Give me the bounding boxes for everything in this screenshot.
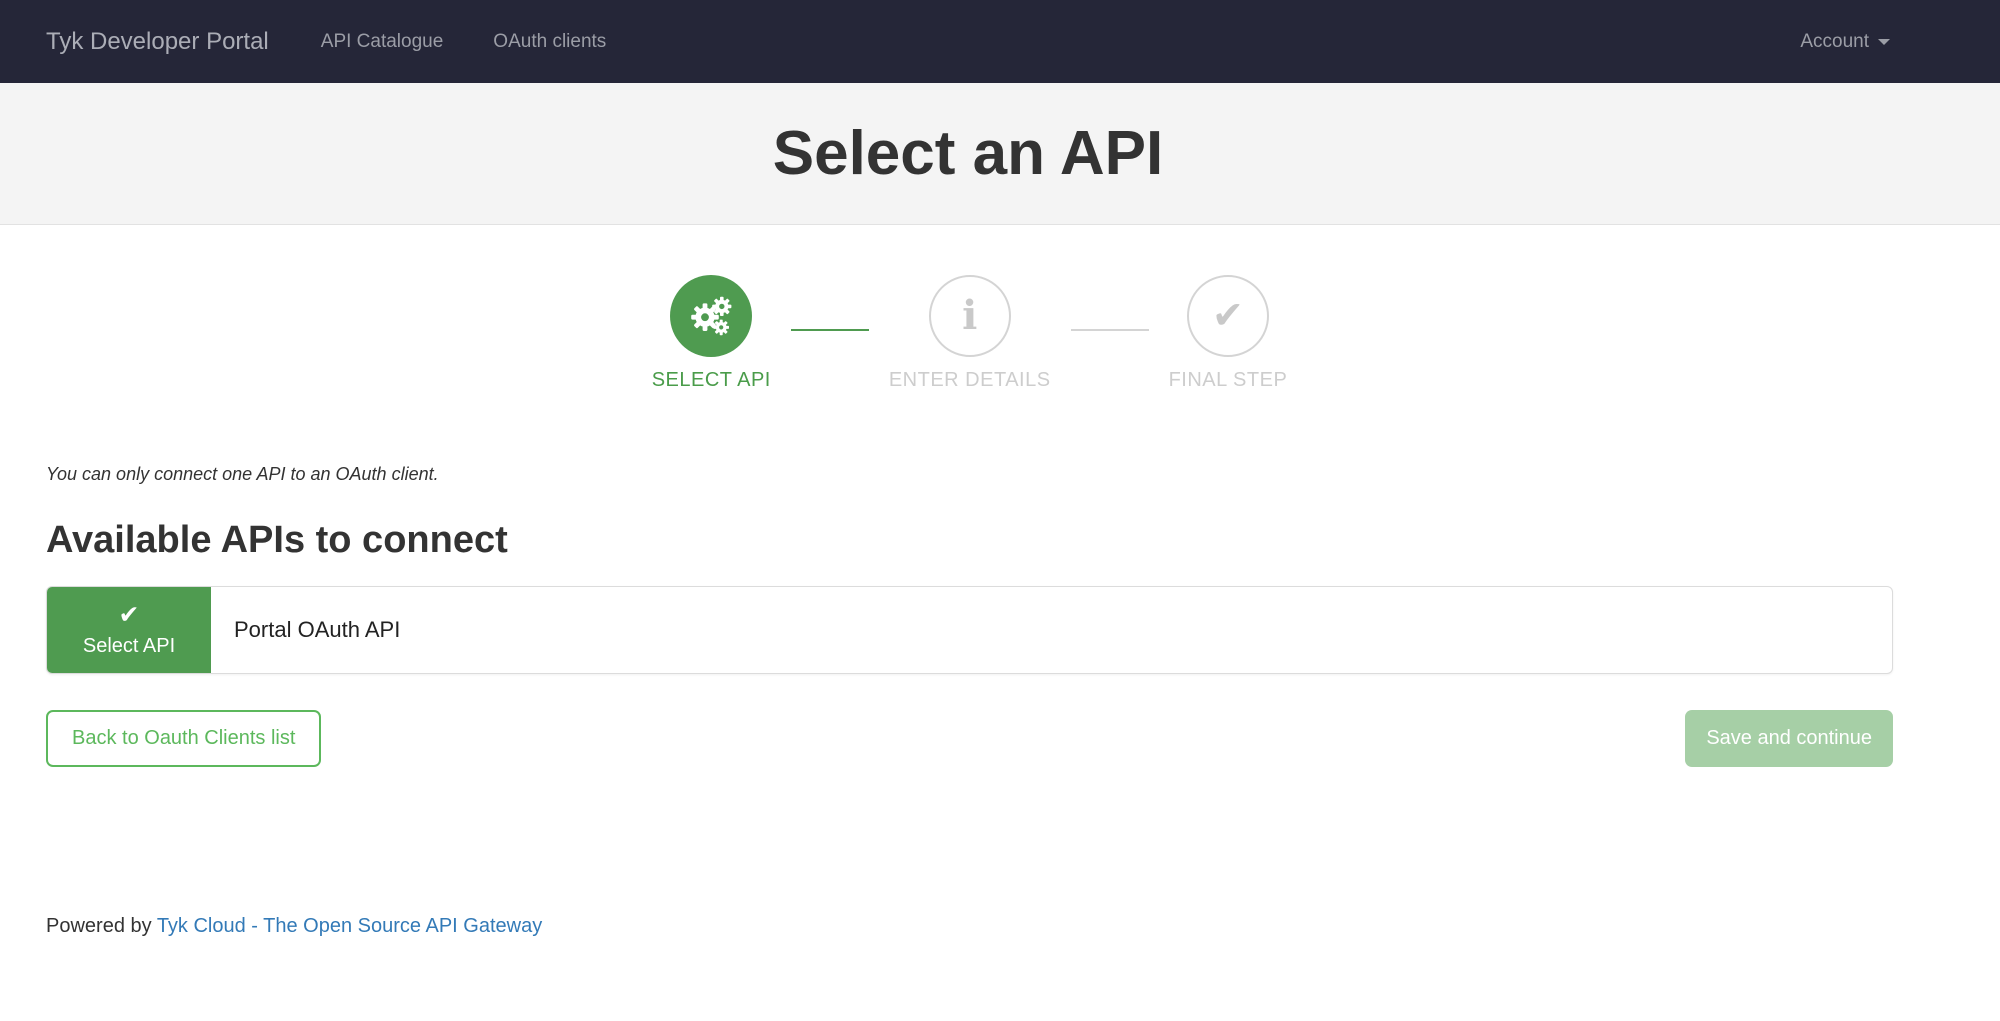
nav-link-api-catalogue[interactable]: API Catalogue (321, 31, 444, 53)
step-label-final: FINAL STEP (1169, 369, 1288, 392)
wizard-step-enter-details: i ENTER DETAILS (889, 275, 1051, 392)
navbar: Tyk Developer Portal API Catalogue OAuth… (0, 0, 2000, 83)
step-label-enter-details: ENTER DETAILS (889, 369, 1051, 392)
back-to-oauth-clients-button[interactable]: Back to Oauth Clients list (46, 710, 321, 767)
account-dropdown[interactable]: Account (1800, 31, 1890, 53)
step-circle-enter-details: i (929, 275, 1011, 357)
check-icon: ✔ (119, 603, 140, 628)
available-apis-heading: Available APIs to connect (46, 519, 1893, 562)
api-list-item: ✔ Select API Portal OAuth API (46, 586, 1893, 674)
select-api-button-label: Select API (83, 635, 175, 658)
oauth-note: You can only connect one API to an OAuth… (46, 464, 1893, 485)
powered-by-text: Powered by (46, 915, 157, 937)
nav-link-oauth-clients[interactable]: OAuth clients (493, 31, 606, 53)
brand-link[interactable]: Tyk Developer Portal (46, 28, 269, 56)
step-connector-pending (1071, 329, 1149, 331)
info-icon: i (962, 296, 977, 336)
page-header: Select an API (0, 83, 2000, 225)
check-icon: ✔ (1212, 297, 1244, 335)
step-wizard: SELECT API i ENTER DETAILS ✔ FINAL STEP (46, 275, 1893, 392)
select-api-button[interactable]: ✔ Select API (47, 587, 211, 673)
wizard-step-final: ✔ FINAL STEP (1169, 275, 1288, 392)
actions-row: Back to Oauth Clients list Save and cont… (46, 710, 1893, 767)
step-circle-final: ✔ (1187, 275, 1269, 357)
caret-down-icon (1878, 39, 1890, 45)
page-title: Select an API (727, 118, 1274, 189)
footer: Powered by Tyk Cloud - The Open Source A… (46, 915, 1893, 938)
gears-icon (687, 292, 735, 340)
step-circle-select-api (670, 275, 752, 357)
api-name: Portal OAuth API (211, 617, 400, 643)
step-label-select-api: SELECT API (652, 369, 771, 392)
account-label: Account (1800, 31, 1869, 53)
save-and-continue-button[interactable]: Save and continue (1685, 710, 1893, 767)
step-connector-done (791, 329, 869, 331)
tyk-cloud-link[interactable]: Tyk Cloud - The Open Source API Gateway (157, 915, 542, 937)
wizard-step-select-api: SELECT API (652, 275, 771, 392)
